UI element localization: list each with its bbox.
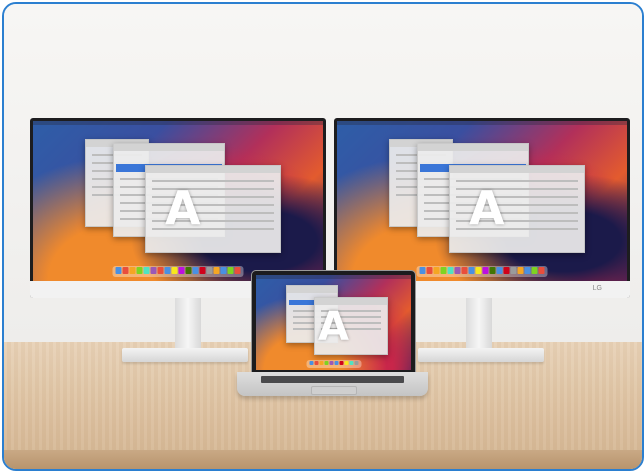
photo-frame: A LG bbox=[2, 2, 644, 471]
laptop-screen: A bbox=[256, 275, 411, 370]
monitor-screen: A bbox=[33, 121, 323, 281]
screen-letter: A bbox=[318, 304, 349, 350]
dock bbox=[306, 360, 361, 368]
screen-letter: A bbox=[165, 181, 201, 235]
laptop-base bbox=[237, 372, 428, 396]
brand-logo: LG bbox=[592, 285, 602, 292]
stand-neck bbox=[175, 298, 201, 350]
laptop-lid: A bbox=[251, 270, 416, 374]
stand-neck bbox=[466, 298, 492, 350]
stand-base bbox=[418, 348, 544, 362]
stand-base bbox=[122, 348, 248, 362]
laptop-keyboard bbox=[261, 376, 404, 383]
dock bbox=[112, 266, 244, 277]
screen-letter: A bbox=[469, 181, 505, 235]
menu-bar bbox=[33, 121, 323, 125]
desk-edge bbox=[4, 450, 642, 469]
dock bbox=[416, 266, 548, 277]
menu-bar bbox=[256, 275, 411, 279]
laptop-trackpad bbox=[311, 386, 357, 395]
menu-bar bbox=[337, 121, 627, 125]
monitor-screen: A bbox=[337, 121, 627, 281]
